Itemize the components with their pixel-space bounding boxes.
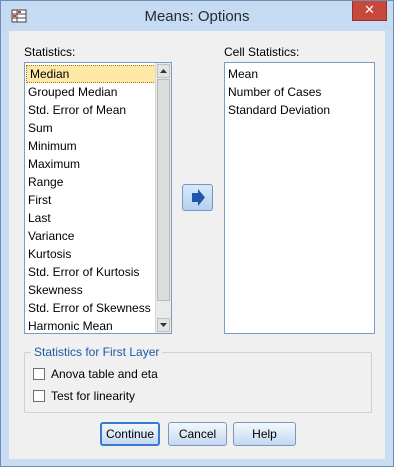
scroll-up-icon [160, 69, 167, 73]
scroll-up-button[interactable] [157, 64, 170, 78]
list-item[interactable]: Std. Error of Kurtosis [25, 263, 171, 281]
cell-statistics-listbox[interactable]: Mean Number of Cases Standard Deviation [224, 62, 375, 334]
statistics-label: Statistics: [24, 45, 76, 59]
list-item[interactable]: Harmonic Mean [25, 317, 171, 333]
cell-statistics-label: Cell Statistics: [224, 45, 300, 59]
linearity-checkbox[interactable] [33, 390, 45, 402]
anova-label: Anova table and eta [51, 367, 158, 381]
window-title: Means: Options [144, 8, 250, 25]
first-layer-title: Statistics for First Layer [31, 345, 163, 359]
title-bar[interactable]: Means: Options ✕ [1, 1, 393, 31]
statistics-list: Median Grouped Median Std. Error of Mean Su… [25, 63, 171, 333]
linearity-label: Test for linearity [51, 389, 136, 403]
list-item[interactable]: Grouped Median [25, 83, 171, 101]
close-icon: ✕ [364, 2, 375, 17]
dialog-body: Statistics: Median Grouped Median Std. Err… [9, 31, 385, 459]
statistics-listbox[interactable]: Median Grouped Median Std. Error of Mean Su… [24, 62, 172, 334]
scroll-down-button[interactable] [157, 318, 170, 332]
cell-statistics-list: Mean Number of Cases Standard Deviation [225, 63, 374, 119]
statistics-scrollbar[interactable] [155, 63, 171, 333]
close-button[interactable]: ✕ [352, 1, 387, 21]
help-button[interactable]: Help [233, 422, 296, 446]
scroll-thumb[interactable] [157, 79, 170, 301]
list-item[interactable]: Std. Error of Skewness [25, 299, 171, 317]
list-item[interactable]: Sum [25, 119, 171, 137]
list-item[interactable]: Variance [25, 227, 171, 245]
list-item[interactable]: Kurtosis [25, 245, 171, 263]
list-item[interactable]: Minimum [25, 137, 171, 155]
list-item[interactable]: Last [25, 209, 171, 227]
continue-button[interactable]: Continue [100, 422, 160, 446]
list-item[interactable]: Mean [225, 65, 374, 83]
dialog-window: Means: Options ✕ Statistics: Median Group… [0, 0, 394, 467]
list-item[interactable]: Range [25, 173, 171, 191]
list-item[interactable]: Standard Deviation [225, 101, 374, 119]
move-to-cell-statistics-button[interactable] [182, 184, 213, 211]
list-item[interactable]: Number of Cases [225, 83, 374, 101]
list-item[interactable]: Skewness [25, 281, 171, 299]
first-layer-groupbox: Statistics for First Layer Anova table a… [24, 345, 372, 413]
anova-checkbox[interactable] [33, 368, 45, 380]
cancel-button[interactable]: Cancel [168, 422, 227, 446]
scroll-down-icon [160, 323, 167, 327]
list-item[interactable]: Median [26, 65, 170, 83]
arrow-right-icon [192, 189, 205, 206]
list-item[interactable]: Maximum [25, 155, 171, 173]
list-item[interactable]: Std. Error of Mean [25, 101, 171, 119]
list-item[interactable]: First [25, 191, 171, 209]
